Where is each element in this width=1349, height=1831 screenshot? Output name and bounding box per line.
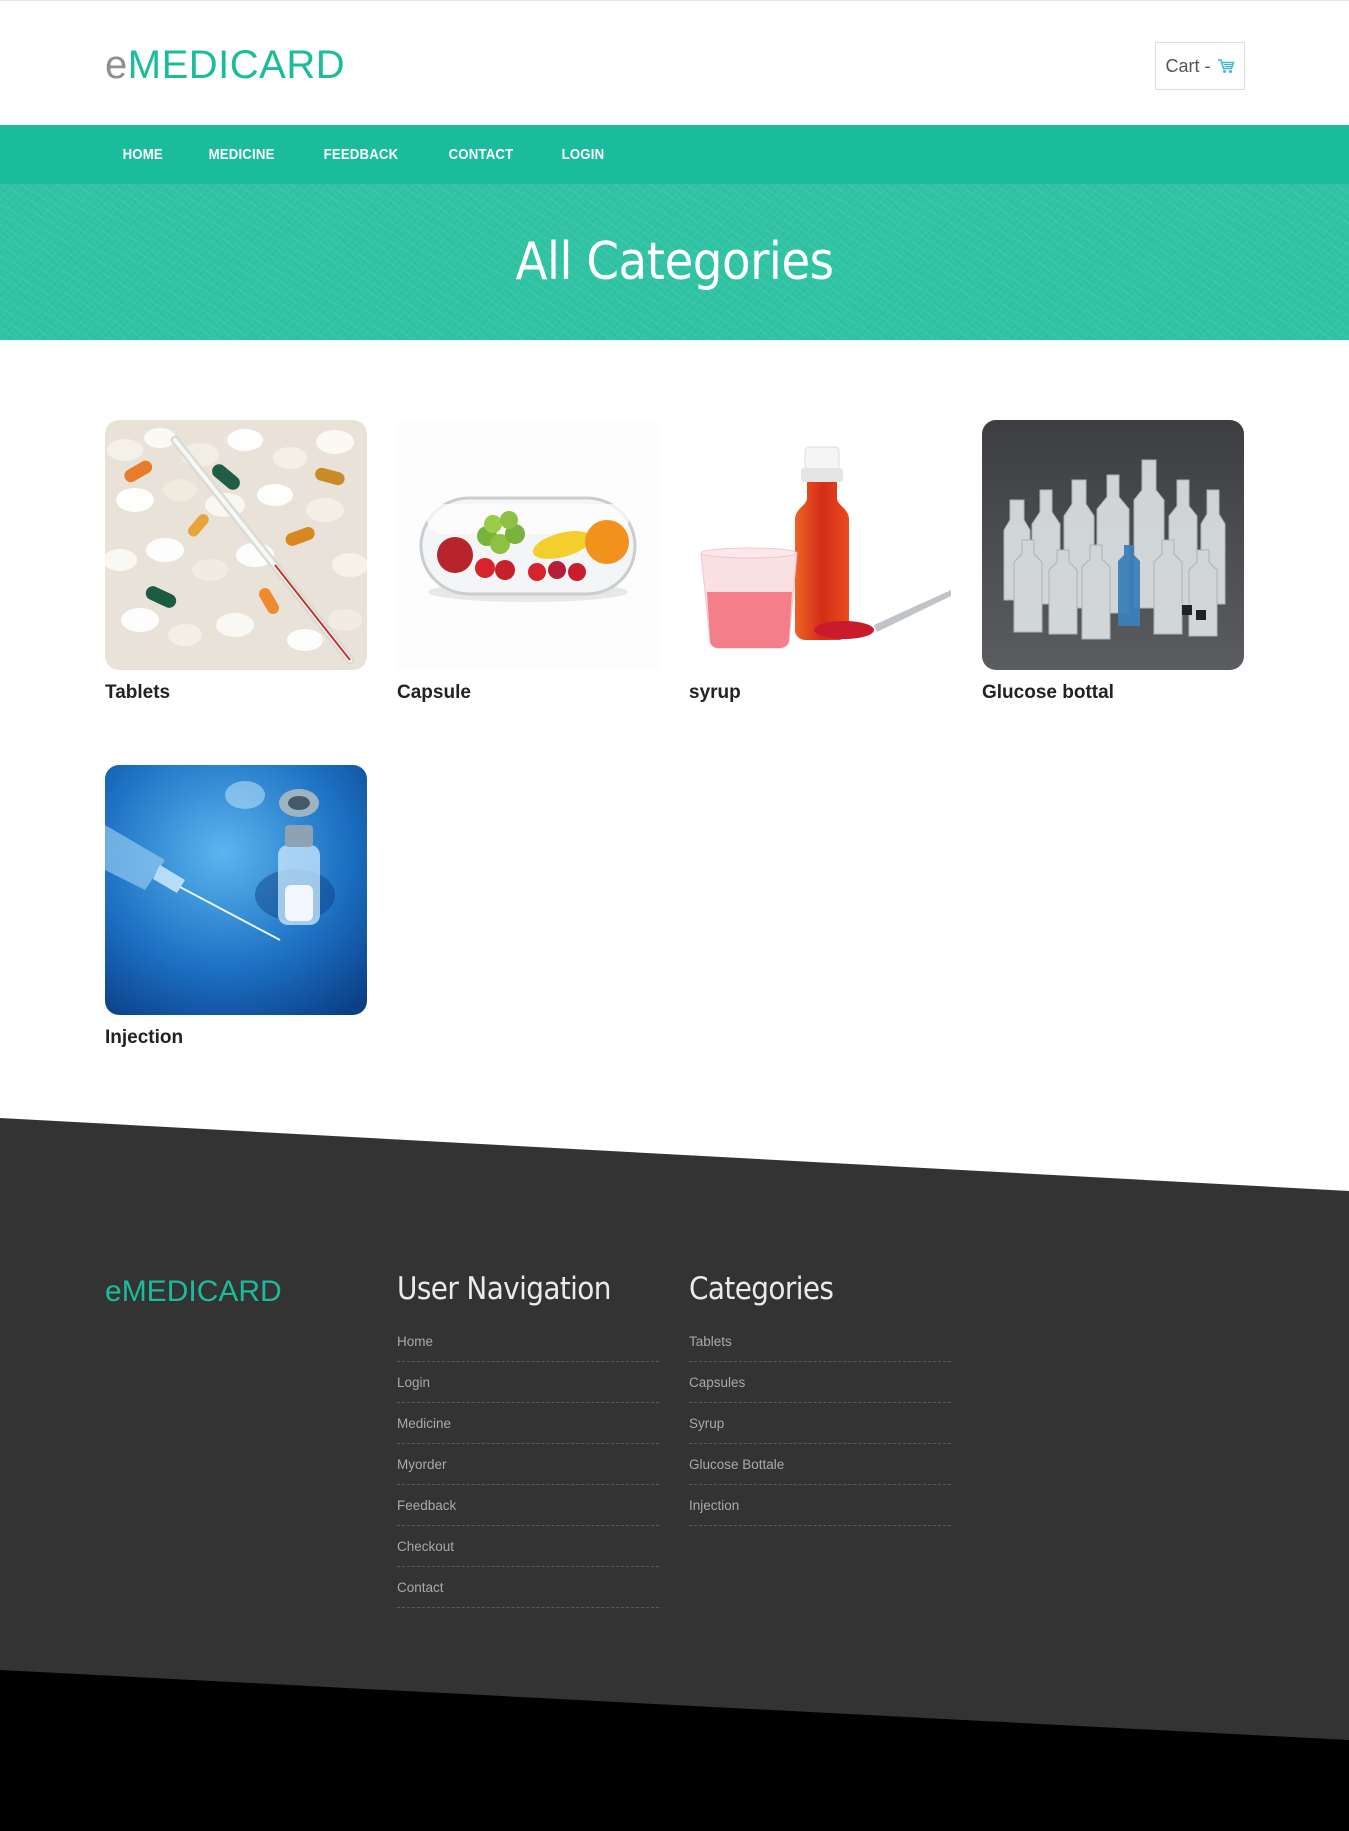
nav-item-feedback[interactable]: FEEDBACK — [306, 146, 416, 163]
injection-image[interactable] — [105, 765, 367, 1015]
category-label-capsule[interactable]: Capsule — [397, 682, 471, 704]
footer-logo-text: MEDICARD — [121, 1275, 282, 1308]
tablets-image[interactable] — [105, 420, 367, 670]
page-title: All Categories — [515, 232, 834, 292]
shopping-cart-icon — [1217, 58, 1235, 74]
footer-link-feedback[interactable]: Feedback — [397, 1485, 659, 1526]
footer-category-syrup[interactable]: Syrup — [689, 1403, 951, 1444]
category-card-glucose-bottal[interactable]: Glucose bottal — [982, 420, 1244, 703]
footer-link-checkout[interactable]: Checkout — [397, 1526, 659, 1567]
footer-link-login[interactable]: Login — [397, 1362, 659, 1403]
page-banner: All Categories — [0, 184, 1349, 340]
syrup-image[interactable] — [689, 420, 951, 670]
site-logo[interactable]: eMEDICARD — [105, 43, 345, 87]
footer-link-myorder[interactable]: Myorder — [397, 1444, 659, 1485]
footer-link-medicine[interactable]: Medicine — [397, 1403, 659, 1444]
site-header: eMEDICARD Cart - — [0, 1, 1349, 125]
logo-prefix: e — [105, 43, 128, 87]
footer-user-navigation: User Navigation Home Login Medicine Myor… — [397, 1271, 659, 1608]
footer-category-tablets[interactable]: Tablets — [689, 1321, 951, 1362]
main-nav: HOME MEDICINE FEEDBACK CONTACT LOGIN — [0, 125, 1349, 184]
logo-text: MEDICARD — [127, 43, 346, 87]
nav-item-home[interactable]: HOME — [105, 146, 181, 163]
footer-link-contact[interactable]: Contact — [397, 1567, 659, 1608]
footer-background — [0, 1118, 1349, 1831]
category-label-tablets[interactable]: Tablets — [105, 682, 170, 704]
category-card-capsule[interactable]: Capsule — [397, 420, 659, 703]
footer-link-home[interactable]: Home — [397, 1321, 659, 1362]
nav-item-login[interactable]: LOGIN — [544, 146, 622, 163]
category-label-injection[interactable]: Injection — [105, 1027, 183, 1049]
cart-button[interactable]: Cart - — [1155, 42, 1245, 90]
nav-item-medicine[interactable]: MEDICINE — [191, 146, 292, 163]
capsule-image[interactable] — [397, 420, 659, 670]
footer-user-navigation-title: User Navigation — [397, 1271, 611, 1307]
category-label-glucose-bottal[interactable]: Glucose bottal — [982, 682, 1114, 704]
footer-category-capsules[interactable]: Capsules — [689, 1362, 951, 1403]
category-card-injection[interactable]: Injection — [105, 765, 367, 1048]
category-card-tablets[interactable]: Tablets — [105, 420, 367, 703]
category-card-syrup[interactable]: syrup — [689, 420, 951, 703]
cart-label: Cart - — [1165, 55, 1211, 76]
footer-logo[interactable]: eMEDICARD — [105, 1275, 282, 1309]
nav-item-contact[interactable]: CONTACT — [431, 146, 531, 163]
category-label-syrup[interactable]: syrup — [689, 682, 741, 704]
footer-category-injection[interactable]: Injection — [689, 1485, 951, 1526]
footer-category-glucose-bottale[interactable]: Glucose Bottale — [689, 1444, 951, 1485]
footer-categories: Categories Tablets Capsules Syrup Glucos… — [689, 1271, 951, 1526]
footer-logo-prefix: e — [105, 1275, 122, 1308]
footer-categories-title: Categories — [689, 1271, 834, 1307]
glucose-bottal-image[interactable] — [982, 420, 1244, 670]
